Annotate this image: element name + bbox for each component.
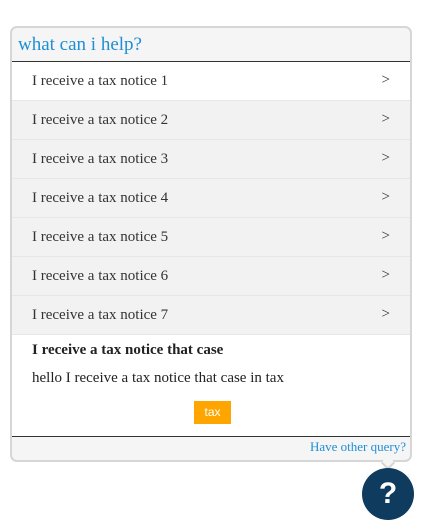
list-item-label: I receive a tax notice 5 <box>32 229 169 245</box>
tag-button[interactable]: tax <box>194 401 231 424</box>
answer-title: I receive a tax notice that case <box>32 342 224 358</box>
list-item-label: I receive a tax notice 4 <box>32 190 169 206</box>
question-mark-icon: ? <box>378 477 398 510</box>
answer-body: hello I receive a tax notice that case i… <box>32 370 284 386</box>
chevron-right-icon: > <box>381 72 390 88</box>
list-item[interactable]: I receive a tax notice 2 > <box>12 101 410 140</box>
chevron-right-icon: > <box>381 111 390 127</box>
list-item-label: I receive a tax notice 6 <box>32 268 169 284</box>
help-widget: what can i help? I receive a tax notice … <box>10 26 412 462</box>
list-item[interactable]: I receive a tax notice 3 > <box>12 140 410 179</box>
list-item-label: I receive a tax notice 3 <box>32 151 169 167</box>
chevron-right-icon: > <box>381 267 390 283</box>
list-item[interactable]: I receive a tax notice 6 > <box>12 257 410 296</box>
question-list: I receive a tax notice 1 > I receive a t… <box>12 62 410 335</box>
list-item[interactable]: I receive a tax notice 1 > <box>12 62 410 101</box>
list-item[interactable]: I receive a tax notice 7 > <box>12 296 410 335</box>
answer-panel: I receive a tax notice that case hello I… <box>12 335 410 437</box>
list-item-label: I receive a tax notice 7 <box>32 307 169 323</box>
widget-header: what can i help? <box>12 28 410 62</box>
chevron-right-icon: > <box>381 228 390 244</box>
list-item[interactable]: I receive a tax notice 5 > <box>12 218 410 257</box>
list-item[interactable]: I receive a tax notice 4 > <box>12 179 410 218</box>
widget-title: what can i help? <box>18 34 142 55</box>
list-item-label: I receive a tax notice 1 <box>32 73 169 89</box>
list-item-label: I receive a tax notice 2 <box>32 112 169 128</box>
chevron-right-icon: > <box>381 306 390 322</box>
other-query-link[interactable]: Have other query? <box>310 439 406 455</box>
chevron-right-icon: > <box>381 189 390 205</box>
chevron-right-icon: > <box>381 150 390 166</box>
help-button[interactable]: ? <box>362 468 414 520</box>
